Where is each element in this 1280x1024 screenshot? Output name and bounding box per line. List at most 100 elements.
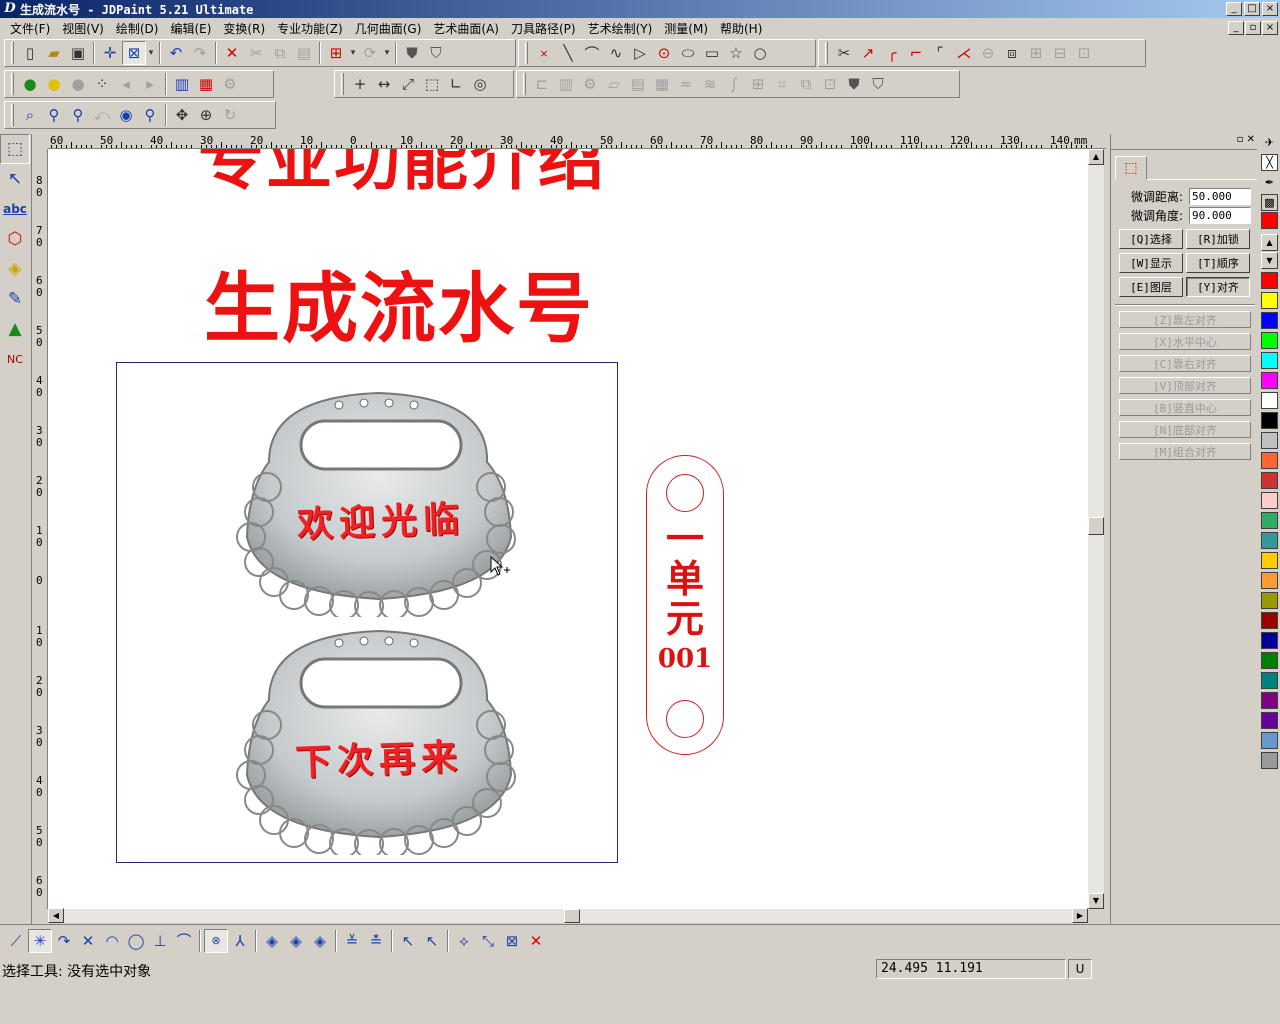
break-icon[interactable]: ⋌ [952, 41, 976, 65]
doc-close-button[interactable]: × [1262, 21, 1278, 35]
fillet-icon[interactable]: ╭ [880, 41, 904, 65]
color-swatch[interactable] [1261, 312, 1278, 329]
node-delete-icon[interactable]: ⊠ [500, 929, 524, 953]
copy-grid-icon[interactable]: ⧉ [794, 72, 818, 96]
text-tool-icon[interactable]: abc [0, 194, 30, 224]
bulb-green-icon[interactable]: ● [18, 72, 42, 96]
wave2-icon[interactable]: ≋ [698, 72, 722, 96]
hatch-icon[interactable]: ▦ [194, 72, 218, 96]
color-swatch[interactable] [1261, 412, 1278, 429]
menu-help[interactable]: 帮助(H) [714, 20, 768, 37]
color-swatch[interactable] [1261, 292, 1278, 309]
select-mode-button[interactable]: [Q]选择 [1119, 229, 1183, 249]
color-swatch[interactable] [1261, 672, 1278, 689]
serial-label-outline[interactable]: 一 单 元 001 [646, 455, 724, 755]
align-vcenter-button[interactable]: [B]竖直中心 [1119, 399, 1251, 416]
snap-arc-icon[interactable]: ◠ [100, 929, 124, 953]
bulb-yellow-icon[interactable]: ● [42, 72, 66, 96]
heading-top-cut[interactable]: 专业功能介绍 [198, 149, 606, 203]
cross-grid-icon[interactable]: ⊞ [746, 72, 770, 96]
point-icon[interactable]: × [532, 41, 556, 65]
arc-icon[interactable]: ⌒ [580, 41, 604, 65]
palette-pin-icon[interactable]: ✈ [1261, 134, 1278, 151]
snap-diamond2-icon[interactable]: ◈ [284, 929, 308, 953]
pan-icon[interactable]: ✥ [170, 103, 194, 127]
align-mode-button[interactable]: [Y]对齐 [1186, 277, 1250, 297]
nodes-icon[interactable]: ⁘ [90, 72, 114, 96]
node-select-icon[interactable]: ⟡ [452, 929, 476, 953]
select-tab-icon[interactable]: ⬚ [1115, 156, 1147, 180]
redo-icon[interactable]: ↷ [188, 41, 212, 65]
angle-dim-icon[interactable]: ∟ [444, 72, 468, 96]
close-button[interactable]: × [1262, 2, 1278, 16]
select-plus-icon[interactable]: ↖ [396, 929, 420, 953]
snap-diamond3-icon[interactable]: ◈ [308, 929, 332, 953]
heading-serial-number[interactable]: 生成流水号 [204, 247, 594, 357]
color-swatch[interactable] [1261, 612, 1278, 629]
align-group-button[interactable]: [M]组合对齐 [1119, 443, 1251, 460]
select-box-icon[interactable]: ⊠ [122, 41, 146, 65]
box-dim-icon[interactable]: ⬚ [420, 72, 444, 96]
zoom-icon[interactable]: ⊕ [194, 103, 218, 127]
circle-icon[interactable]: ○ [748, 41, 772, 65]
settings-icon[interactable]: ⚙ [218, 72, 242, 96]
dimension-icon[interactable]: ↔ [372, 72, 396, 96]
undo-icon[interactable]: ↶ [164, 41, 188, 65]
snap-diamond-icon[interactable]: ◈ [260, 929, 284, 953]
corner-icon[interactable]: ⌜ [928, 41, 952, 65]
color-swatch[interactable] [1261, 512, 1278, 529]
ellipse-icon[interactable]: ⬭ [676, 41, 700, 65]
doc-minimize-button[interactable]: _ [1228, 21, 1244, 35]
polyline-icon[interactable]: ▷ [628, 41, 652, 65]
color-swatch[interactable] [1261, 492, 1278, 509]
lock-mode-button[interactable]: [R]加锁 [1186, 229, 1250, 249]
menu-professional[interactable]: 专业功能(Z) [271, 20, 349, 37]
pen-tool-icon[interactable]: ✎ [0, 284, 30, 314]
stack-icon[interactable]: ▤ [626, 72, 650, 96]
order-mode-button[interactable]: [T]顺序 [1186, 253, 1250, 273]
menu-toolpath[interactable]: 刀具路径(P) [505, 20, 582, 37]
zoom-window-icon[interactable]: ⌕ [18, 103, 42, 127]
snap-curve-icon[interactable]: ↷ [52, 929, 76, 953]
pattern-icon[interactable]: ▩ [1261, 194, 1278, 211]
combine2-icon[interactable]: ⊡ [818, 72, 842, 96]
snap-intersection-icon[interactable]: ✕ [76, 929, 100, 953]
menu-edit[interactable]: 编辑(E) [164, 20, 217, 37]
menu-art-surface[interactable]: 艺术曲面(A) [427, 20, 505, 37]
nc-tool-icon[interactable]: NC [0, 344, 30, 374]
snap-tangent-icon[interactable]: ⌒ [172, 929, 196, 953]
gear-icon[interactable]: ⚙ [578, 72, 602, 96]
shield-filled-icon[interactable]: ⛉ [866, 72, 890, 96]
horizontal-scrollbar[interactable]: ◀ ▶ [48, 908, 1088, 923]
color-swatch[interactable] [1261, 652, 1278, 669]
bulb-gray-icon[interactable]: ● [66, 72, 90, 96]
doc-restore-button[interactable]: ▫ [1245, 21, 1261, 35]
color-swatch[interactable] [1261, 732, 1278, 749]
line-icon[interactable]: ╲ [556, 41, 580, 65]
combine-icon[interactable]: ⊞ [1024, 41, 1048, 65]
chamfer-icon[interactable]: ⌐ [904, 41, 928, 65]
display-mode-button[interactable]: [W]显示 [1119, 253, 1183, 273]
color-swatch[interactable] [1261, 572, 1278, 589]
shape-tool-icon[interactable]: ⬡ [0, 224, 30, 254]
zoom-fit-icon[interactable]: ⚲ [66, 103, 90, 127]
no-color-icon[interactable]: ╳ [1261, 154, 1278, 171]
snap-center-icon[interactable]: ⊗ [204, 928, 228, 953]
scroll-left-icon[interactable]: ◀ [48, 908, 64, 923]
maximize-button[interactable]: □ [1244, 2, 1260, 16]
snap-angle-icon[interactable]: ⅄ [228, 929, 252, 953]
rectangle-icon[interactable]: ▭ [700, 41, 724, 65]
palette-scroll-down-icon[interactable]: ▼ [1261, 252, 1278, 269]
trim-icon[interactable]: ✂ [832, 41, 856, 65]
vertical-scroll-thumb[interactable] [1088, 517, 1104, 535]
array-icon[interactable]: ⊡ [1072, 41, 1096, 65]
menu-file[interactable]: 文件(F) [4, 20, 56, 37]
vertical-dim-icon[interactable]: ⤢ [396, 72, 420, 96]
select-tool-icon[interactable]: ⬚ [0, 134, 30, 164]
scroll-down-icon[interactable]: ▼ [1088, 893, 1104, 909]
radius-dim-icon[interactable]: ◎ [468, 72, 492, 96]
snap-grid-icon[interactable]: ⊞ [324, 41, 348, 65]
scroll-right-icon[interactable]: ▶ [1072, 908, 1088, 923]
refresh-icon[interactable]: ↻ [218, 103, 242, 127]
prev-icon[interactable]: ◂ [114, 72, 138, 96]
